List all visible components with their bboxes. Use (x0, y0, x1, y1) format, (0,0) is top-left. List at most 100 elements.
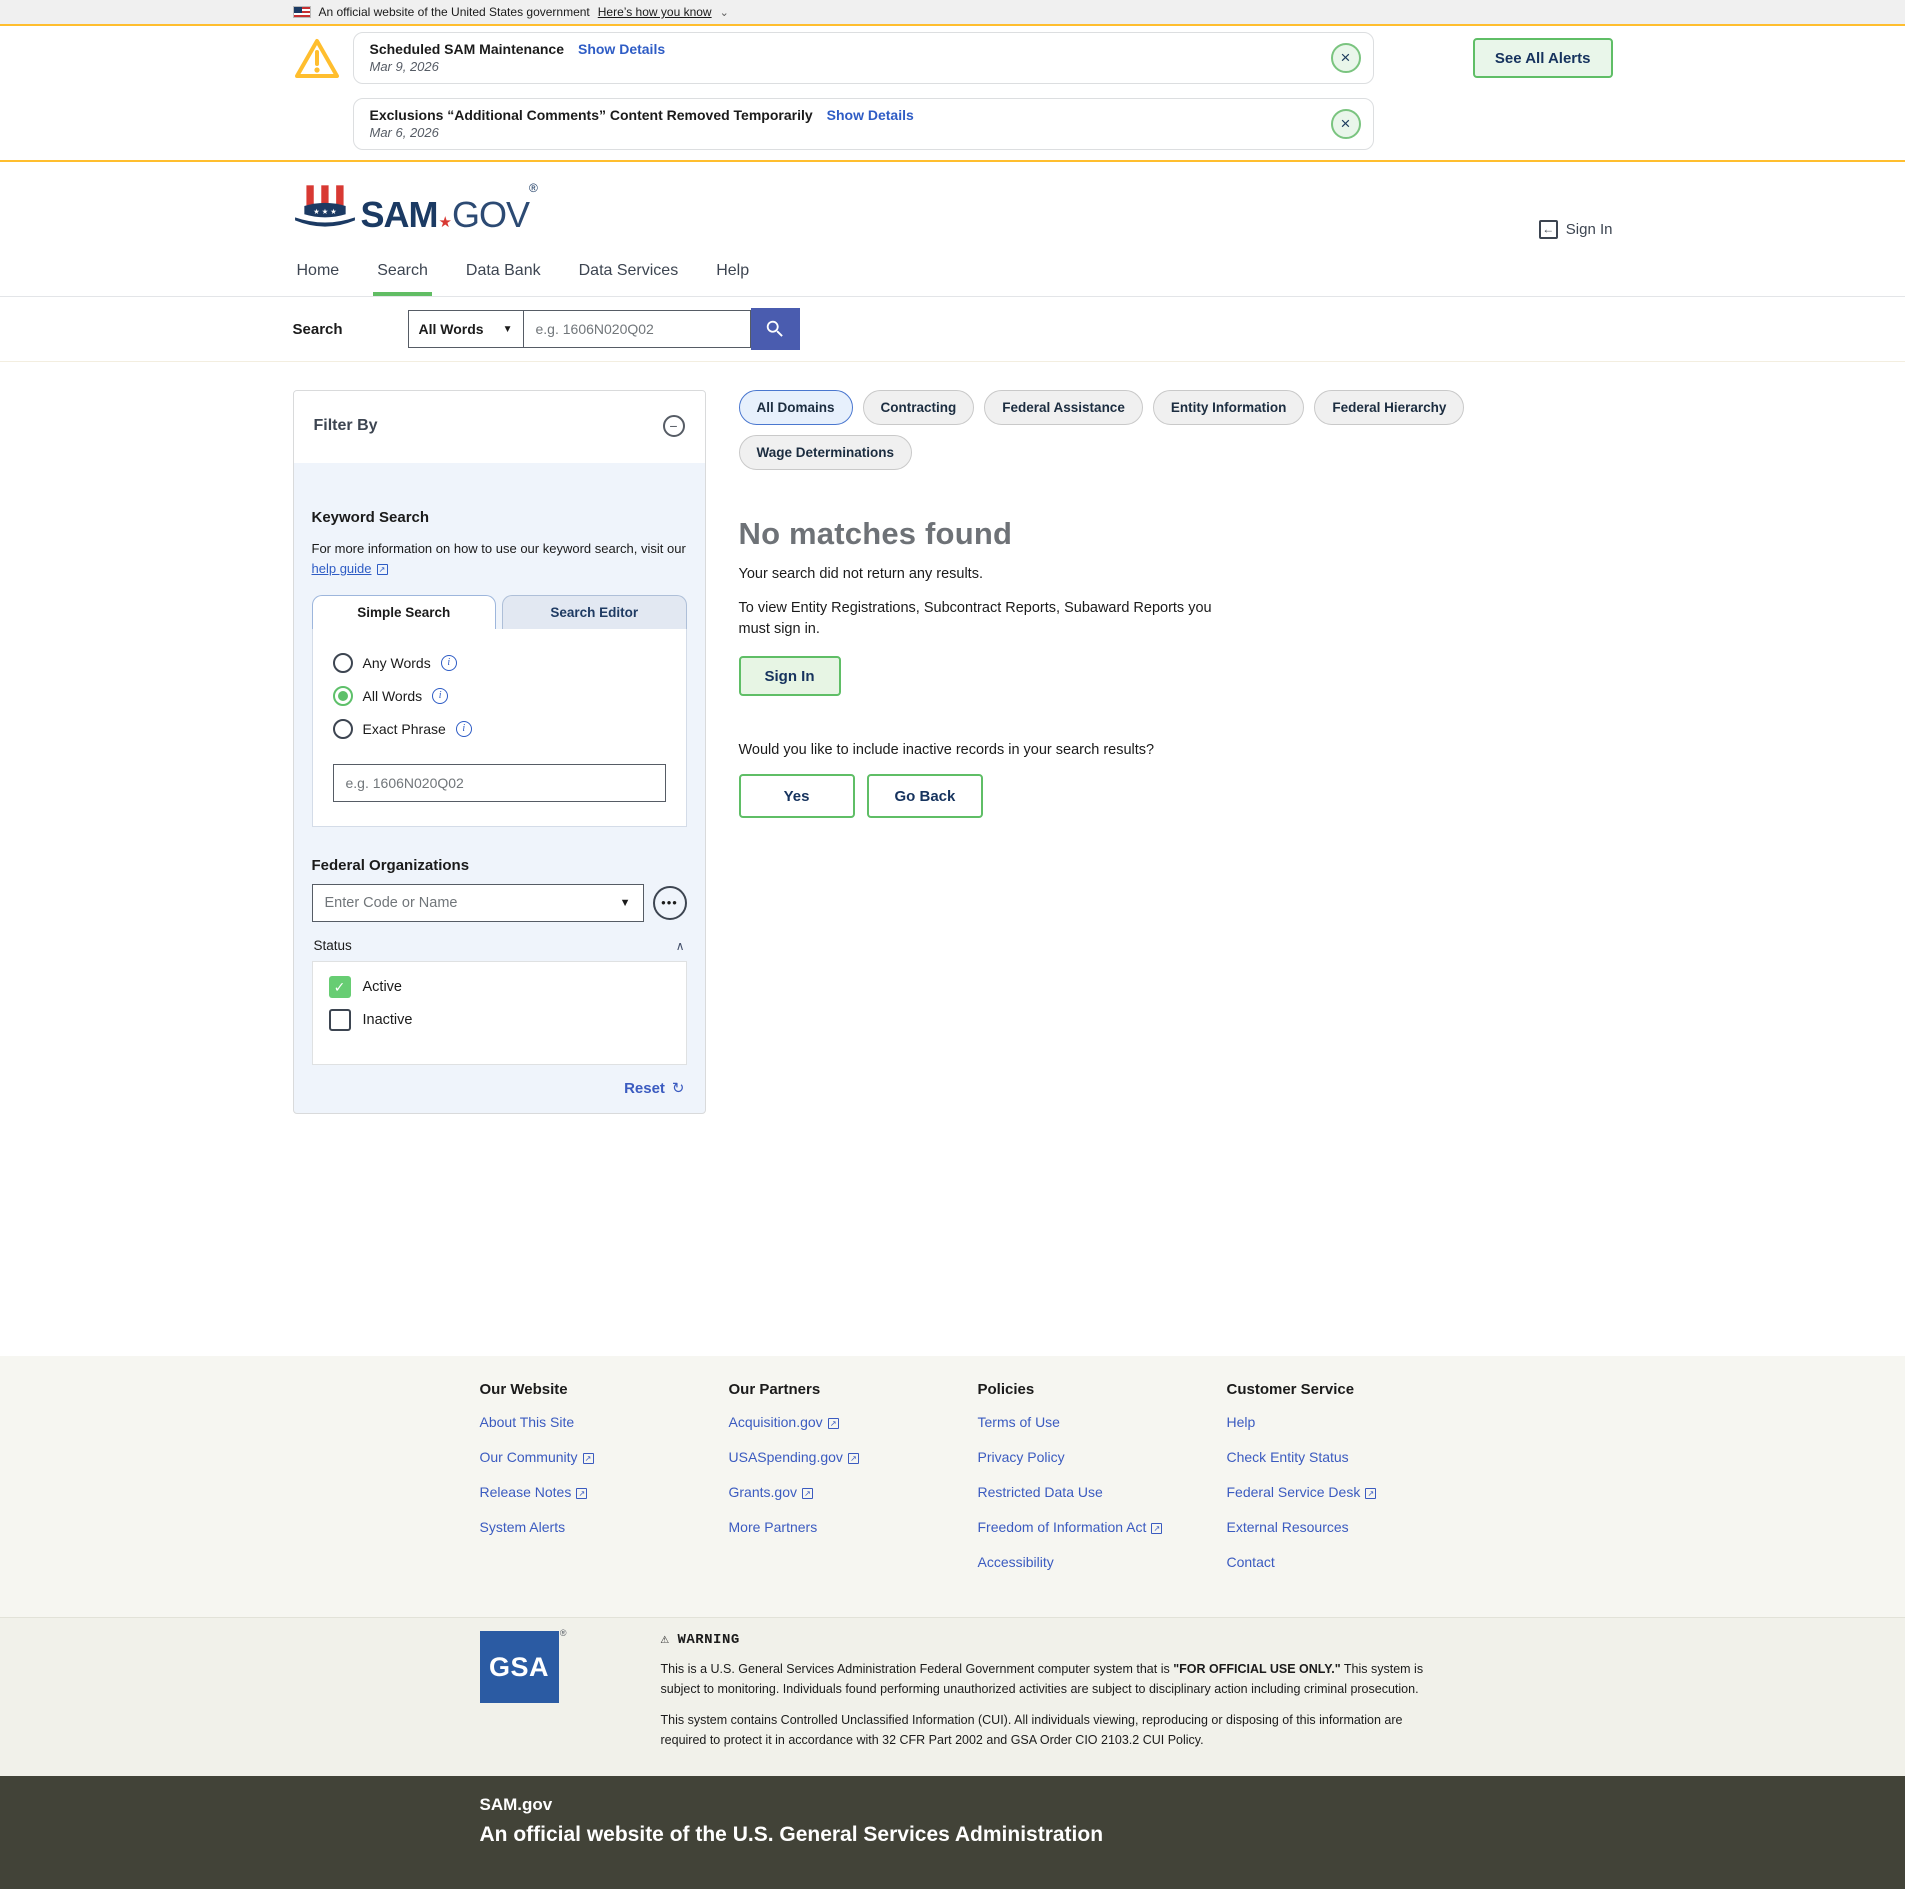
sign-in-label: Sign In (1565, 220, 1613, 238)
no-results-message: Your search did not return any results. (738, 566, 984, 582)
radio-any-words[interactable] (332, 653, 353, 674)
footer-link-acquisition-gov[interactable]: Acquisition.gov ↗ (729, 1414, 839, 1430)
footer-link-terms-of-use[interactable]: Terms of Use (978, 1414, 1060, 1430)
sam-gov-logo[interactable]: ★ ★ ★ SAM★GOV® (293, 180, 538, 232)
info-icon[interactable]: i (440, 655, 457, 672)
domain-tab-contracting[interactable]: Contracting (862, 390, 975, 425)
status-label: Status (313, 938, 352, 954)
nav-item-data-services[interactable]: Data Services (575, 252, 683, 296)
gov-banner-text: An official website of the United States… (318, 5, 590, 19)
footer-link-our-community[interactable]: Our Community ↗ (480, 1449, 594, 1465)
search-mode-select[interactable]: All Words ▼ (407, 310, 524, 348)
help-guide-link[interactable]: help guide ↗ (312, 561, 388, 576)
show-details-link[interactable]: Show Details (827, 107, 914, 123)
info-icon[interactable]: i (455, 721, 472, 738)
status-box: ✓ Active Inactive (311, 961, 687, 1066)
domain-tab-federal-assistance[interactable]: Federal Assistance (984, 390, 1143, 425)
external-link-icon: ↗ (582, 1453, 594, 1464)
checkbox-active[interactable]: ✓ (328, 976, 351, 999)
footer-link-foia[interactable]: Freedom of Information Act ↗ (978, 1519, 1163, 1535)
more-options-icon[interactable]: ••• (652, 886, 687, 921)
footer-link-help[interactable]: Help (1227, 1414, 1256, 1430)
nav-item-help[interactable]: Help (712, 252, 753, 296)
sign-in-required-message: To view Entity Registrations, Subcontrac… (738, 600, 1212, 638)
alert-title: Exclusions “Additional Comments” Content… (369, 107, 813, 123)
external-link-icon: ↗ (376, 564, 388, 576)
collapse-filters-icon[interactable]: − (662, 415, 685, 437)
footer-link-external-resources[interactable]: External Resources (1227, 1519, 1349, 1535)
search-submit-button[interactable] (750, 308, 800, 350)
gov-banner-link[interactable]: Here’s how you know (598, 5, 712, 19)
svg-text:★ ★ ★: ★ ★ ★ (313, 207, 336, 216)
identifier-subtitle: An official website of the U.S. General … (479, 1823, 1104, 1846)
radio-exact-phrase[interactable] (332, 719, 353, 740)
warning-band: GSA ® ⚠ WARNING This is a U.S. General S… (0, 1617, 1905, 1776)
close-icon[interactable]: × (1330, 43, 1361, 73)
footer-link-restricted-data-use[interactable]: Restricted Data Use (978, 1484, 1103, 1500)
checkbox-active-label: Active (362, 979, 403, 996)
reset-filters-link[interactable]: Reset (624, 1080, 665, 1097)
footer-link-about-this-site[interactable]: About This Site (480, 1414, 575, 1430)
tab-simple-search[interactable]: Simple Search (311, 595, 496, 630)
see-all-alerts-button[interactable]: See All Alerts (1472, 38, 1613, 78)
keyword-search-heading: Keyword Search (311, 509, 430, 526)
radio-exact-phrase-label: Exact Phrase (362, 721, 446, 738)
logo-sam-text: SAM (360, 193, 439, 235)
federal-organizations-heading: Federal Organizations (311, 857, 470, 875)
footer-link-grants-gov[interactable]: Grants.gov ↗ (729, 1484, 813, 1500)
keyword-info-text: For more information on how to use our k… (311, 541, 686, 556)
sign-in-link[interactable]: ← Sign In (1538, 219, 1613, 239)
logo-gov-text: GOV (451, 193, 530, 235)
footer-col-our-partners: Our Partners Acquisition.gov ↗ USASpendin… (729, 1381, 978, 1589)
warning-heading: WARNING (677, 1631, 740, 1648)
warning-paragraph-1: This is a U.S. General Services Administ… (660, 1662, 1424, 1696)
external-link-icon: ↗ (801, 1488, 813, 1499)
domain-tab-wage-determinations[interactable]: Wage Determinations (738, 435, 913, 470)
checkbox-inactive[interactable] (328, 1009, 351, 1032)
external-link-icon: ↗ (1365, 1488, 1377, 1499)
nav-item-data-bank[interactable]: Data Bank (462, 252, 545, 296)
external-link-icon: ↗ (576, 1488, 588, 1499)
footer-link-more-partners[interactable]: More Partners (729, 1519, 818, 1535)
domain-tab-entity-information[interactable]: Entity Information (1152, 390, 1305, 425)
go-back-button[interactable]: Go Back (866, 774, 984, 819)
nav-item-home[interactable]: Home (293, 252, 344, 296)
footer-link-accessibility[interactable]: Accessibility (978, 1554, 1054, 1570)
include-inactive-question: Would you like to include inactive recor… (738, 742, 1155, 759)
yes-button[interactable]: Yes (738, 774, 855, 819)
chevron-up-icon[interactable]: ∧ (676, 939, 685, 953)
tab-search-editor[interactable]: Search Editor (502, 595, 687, 630)
domain-tab-all-domains[interactable]: All Domains (738, 390, 853, 425)
radio-all-words-label: All Words (362, 688, 423, 705)
no-matches-heading: No matches found (738, 516, 1013, 551)
search-input[interactable] (523, 310, 751, 348)
footer: Our Website About This Site Our Communit… (0, 1356, 1905, 1889)
external-link-icon: ↗ (847, 1453, 859, 1464)
nav-item-search[interactable]: Search (373, 252, 432, 296)
radio-any-words-label: Any Words (362, 655, 431, 672)
alert-exclusions: Exclusions “Additional Comments” Content… (352, 98, 1374, 150)
footer-link-privacy-policy[interactable]: Privacy Policy (978, 1449, 1065, 1465)
info-icon[interactable]: i (432, 688, 449, 705)
footer-link-system-alerts[interactable]: System Alerts (480, 1519, 566, 1535)
domain-tab-federal-hierarchy[interactable]: Federal Hierarchy (1314, 390, 1465, 425)
sign-in-button[interactable]: Sign In (738, 656, 841, 697)
footer-col-policies: Policies Terms of Use Privacy Policy Res… (978, 1381, 1227, 1589)
radio-all-words[interactable] (332, 686, 353, 707)
warning-triangle-icon (294, 39, 339, 78)
close-icon[interactable]: × (1330, 109, 1361, 139)
filter-panel: Filter By − Keyword Search For more info… (292, 390, 706, 1115)
footer-link-release-notes[interactable]: Release Notes ↗ (480, 1484, 588, 1500)
footer-link-contact[interactable]: Contact (1227, 1554, 1275, 1570)
checkbox-inactive-label: Inactive (362, 1012, 413, 1029)
show-details-link[interactable]: Show Details (578, 41, 665, 57)
footer-col-heading: Our Partners (728, 1381, 821, 1398)
footer-link-usaspending-gov[interactable]: USASpending.gov ↗ (729, 1449, 859, 1465)
identifier-title: SAM.gov (479, 1795, 553, 1814)
registered-mark: ® (528, 180, 538, 195)
alert-date: Mar 6, 2026 (369, 125, 439, 140)
federal-organizations-combo[interactable]: Enter Code or Name ▼ (311, 884, 644, 923)
footer-link-federal-service-desk[interactable]: Federal Service Desk ↗ (1227, 1484, 1377, 1500)
footer-link-check-entity-status[interactable]: Check Entity Status (1227, 1449, 1349, 1465)
keyword-input[interactable] (332, 764, 666, 803)
